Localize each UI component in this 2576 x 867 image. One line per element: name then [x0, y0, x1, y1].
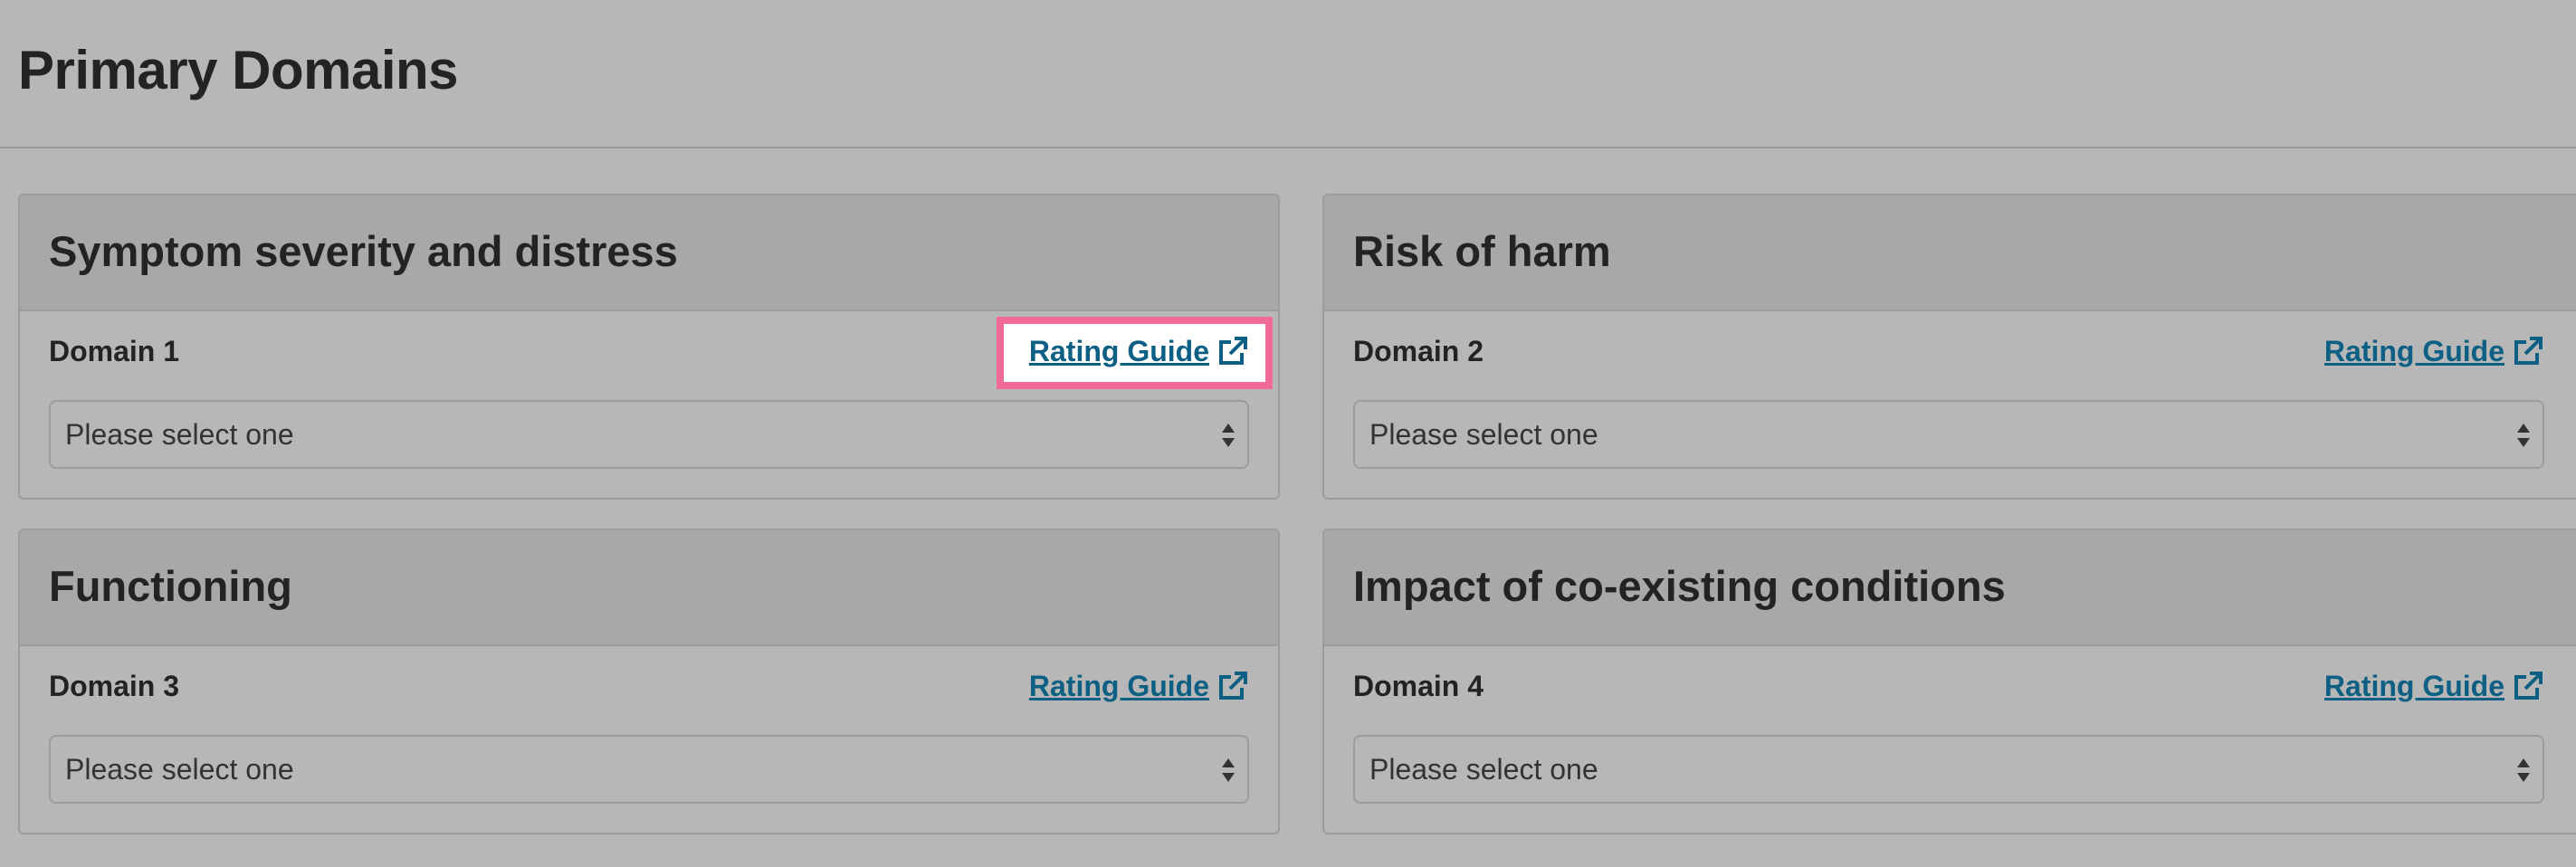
card-title: Symptom severity and distress: [49, 227, 678, 275]
external-link-icon: [2514, 337, 2543, 365]
select-arrows-icon: [1222, 758, 1235, 782]
card-header: Risk of harm: [1324, 195, 2576, 311]
domain-select[interactable]: Please select one: [49, 400, 1249, 469]
card-title: Functioning: [49, 562, 292, 610]
domain-select[interactable]: Please select one: [1353, 400, 2544, 469]
domain-card-symptom-severity: Symptom severity and distress Domain 1 R…: [18, 194, 1280, 500]
page-title: Primary Domains: [18, 40, 459, 100]
external-link-icon: [2514, 672, 2543, 700]
select-placeholder: Please select one: [1369, 418, 1598, 451]
card-title: Risk of harm: [1353, 227, 1611, 275]
rating-guide-link[interactable]: Rating Guide: [2324, 666, 2544, 706]
rating-guide-link[interactable]: Rating Guide: [1029, 331, 1249, 371]
rating-guide-label: Rating Guide: [2323, 670, 2504, 702]
domain-card-co-existing-conditions: Impact of co-existing conditions Domain …: [1322, 529, 2576, 834]
select-arrows-icon: [2517, 424, 2530, 447]
select-arrows-icon: [2517, 758, 2530, 782]
card-header: Impact of co-existing conditions: [1324, 530, 2576, 646]
rating-guide-label: Rating Guide: [2323, 335, 2504, 367]
rating-guide-link[interactable]: Rating Guide: [1029, 666, 1249, 706]
card-title: Impact of co-existing conditions: [1353, 562, 2006, 610]
domain-label: Domain 2: [1353, 335, 1484, 367]
domain-label: Domain 1: [49, 335, 180, 367]
domain-label: Domain 3: [49, 670, 180, 702]
external-link-icon: [1219, 672, 1247, 700]
select-placeholder: Please select one: [1369, 753, 1598, 786]
domain-card-risk-of-harm: Risk of harm Domain 2 Rating Guide Pleas…: [1322, 194, 2576, 500]
domain-select[interactable]: Please select one: [1353, 735, 2544, 804]
rating-guide-label: Rating Guide: [1028, 335, 1209, 367]
rating-guide-label: Rating Guide: [1028, 670, 1209, 702]
domain-select[interactable]: Please select one: [49, 735, 1249, 804]
card-header: Symptom severity and distress: [20, 195, 1278, 311]
rating-guide-link[interactable]: Rating Guide: [2324, 331, 2544, 371]
select-placeholder: Please select one: [65, 753, 294, 786]
card-header: Functioning: [20, 530, 1278, 646]
domain-label: Domain 4: [1353, 670, 1484, 702]
page-header: Primary Domains: [0, 0, 2576, 148]
select-arrows-icon: [1222, 424, 1235, 447]
select-placeholder: Please select one: [65, 418, 294, 451]
external-link-icon: [1219, 337, 1247, 365]
domain-card-functioning: Functioning Domain 3 Rating Guide Please…: [18, 529, 1280, 834]
